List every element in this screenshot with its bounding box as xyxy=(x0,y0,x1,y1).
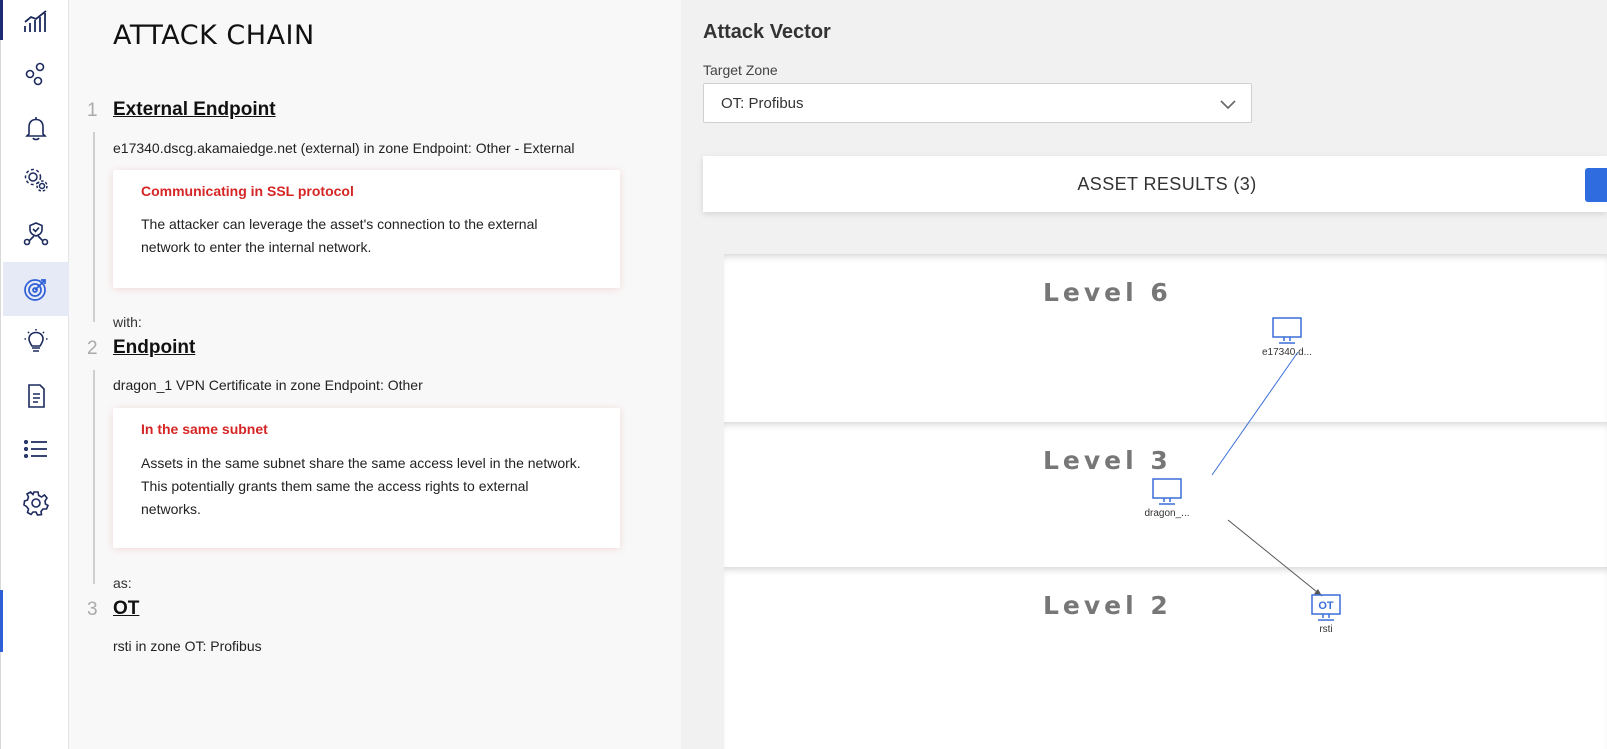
gear-icon xyxy=(23,491,50,516)
asset-node-label: rsti xyxy=(1319,624,1333,635)
analytics-icon xyxy=(24,10,47,32)
attack-chain-panel: ATTACK CHAIN 1 External Endpoint e17340.… xyxy=(69,0,681,749)
reason-card: Communicating in SSL protocol The attack… xyxy=(113,170,620,288)
nav-configuration[interactable] xyxy=(3,153,69,207)
ot-monitor-icon: OT xyxy=(1311,594,1341,621)
step-number: 1 xyxy=(87,100,98,121)
settings-cluster-icon xyxy=(24,168,48,192)
chevron-down-icon xyxy=(1220,100,1236,110)
document-icon xyxy=(28,384,45,408)
step-title-endpoint[interactable]: Endpoint xyxy=(113,337,195,359)
reason-title: In the same subnet xyxy=(141,421,268,437)
reason-card: In the same subnet Assets in the same su… xyxy=(113,408,620,548)
nav-analytics[interactable] xyxy=(3,0,69,49)
nav-security[interactable] xyxy=(3,207,69,261)
asset-node-endpoint[interactable]: dragon_... xyxy=(1137,477,1197,519)
target-zone-select[interactable]: OT: Profibus xyxy=(703,83,1252,123)
nav-insights[interactable] xyxy=(3,315,69,369)
step-description: rsti in zone OT: Profibus xyxy=(113,638,262,654)
chain-link-word: as: xyxy=(113,575,132,591)
asset-node-label: e17340.d... xyxy=(1261,347,1313,358)
chain-connector xyxy=(93,132,95,322)
monitor-icon xyxy=(1152,478,1182,505)
step-number: 3 xyxy=(87,599,98,620)
edge-external-to-endpoint xyxy=(1211,351,1299,476)
network-icon xyxy=(25,62,45,86)
edge-endpoint-to-ot xyxy=(1227,519,1323,597)
lightbulb-icon xyxy=(24,329,48,352)
reason-text-line: network to enter the internal network. xyxy=(141,239,372,255)
nav-settings[interactable] xyxy=(3,476,69,530)
asset-results-title: ASSET RESULTS (3) xyxy=(1077,174,1257,194)
secure-network-icon xyxy=(23,222,49,246)
step-title-external-endpoint[interactable]: External Endpoint xyxy=(113,99,276,121)
reason-text-line: This potentially grants them same the ac… xyxy=(141,478,529,494)
monitor-icon xyxy=(1272,317,1302,344)
attack-vector-panel: Attack Vector Target Zone OT: Profibus A… xyxy=(681,0,1607,749)
step-description: e17340.dscg.akamaiedge.net (external) in… xyxy=(113,140,575,156)
nav-inventory[interactable] xyxy=(3,422,69,476)
target-zone-label: Target Zone xyxy=(703,62,778,78)
reason-text-line: The attacker can leverage the asset's co… xyxy=(141,216,538,232)
chain-link-word: with: xyxy=(113,314,142,330)
reason-title: Communicating in SSL protocol xyxy=(141,183,354,199)
ot-badge: OT xyxy=(1318,600,1334,612)
asset-results-button[interactable] xyxy=(1585,168,1607,202)
nav-alerts[interactable] xyxy=(3,101,69,155)
asset-node-ot[interactable]: OT rsti xyxy=(1296,593,1356,635)
reason-text-line: networks. xyxy=(141,501,201,517)
reason-text-line: Assets in the same subnet share the same… xyxy=(141,455,581,471)
attack-chain-title: ATTACK CHAIN xyxy=(113,20,315,51)
step-title-ot[interactable]: OT xyxy=(113,598,139,620)
sidebar-nav xyxy=(0,0,69,749)
nav-reports[interactable] xyxy=(3,369,69,423)
sidebar-bottom-accent xyxy=(0,590,3,652)
chain-connector xyxy=(93,370,95,584)
asset-results-bar: ASSET RESULTS (3) xyxy=(703,156,1607,212)
nav-attack-vector[interactable] xyxy=(3,262,69,316)
attack-graph: Level 6 Level 3 Level 2 e17340.d... drag… xyxy=(681,212,1607,749)
step-number: 2 xyxy=(87,338,98,359)
target-zone-value: OT: Profibus xyxy=(721,95,804,112)
asset-node-external[interactable]: e17340.d... xyxy=(1257,316,1317,358)
asset-node-label: dragon_... xyxy=(1144,508,1190,519)
list-icon xyxy=(23,439,47,459)
step-description: dragon_1 VPN Certificate in zone Endpoin… xyxy=(113,377,423,393)
nav-network[interactable] xyxy=(3,47,69,101)
attack-vector-title: Attack Vector xyxy=(703,21,831,43)
bell-icon xyxy=(25,117,47,141)
target-icon xyxy=(24,279,46,301)
